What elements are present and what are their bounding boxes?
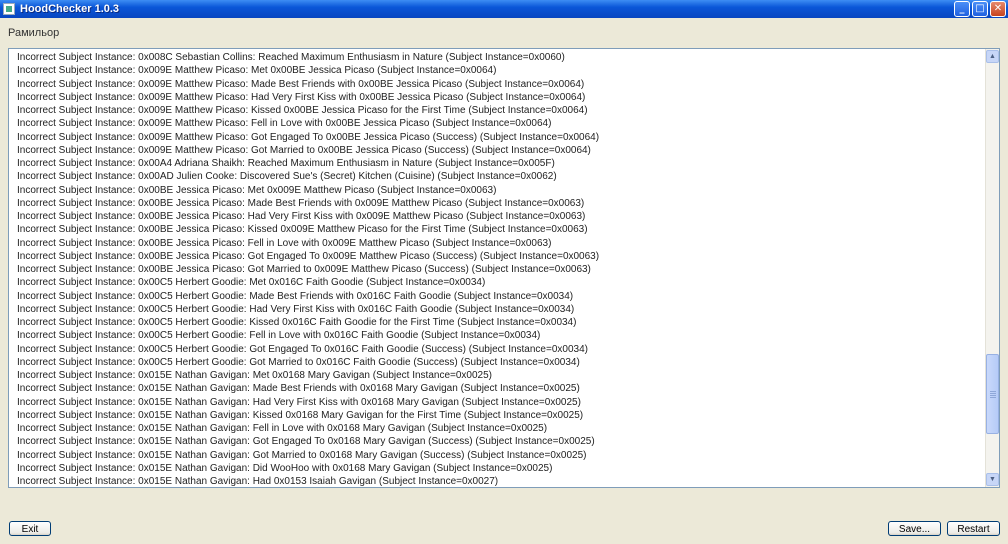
log-line[interactable]: Incorrect Subject Instance: 0x015E Natha… [17,422,981,435]
thumb-grip [990,393,996,394]
log-line[interactable]: Incorrect Subject Instance: 0x015E Natha… [17,435,981,448]
log-line[interactable]: Incorrect Subject Instance: 0x015E Natha… [17,409,981,422]
exit-button[interactable]: Exit [9,521,51,536]
log-line[interactable]: Incorrect Subject Instance: 0x00C5 Herbe… [17,316,981,329]
log-line[interactable]: Incorrect Subject Instance: 0x015E Natha… [17,369,981,382]
scroll-down-arrow-icon[interactable]: ▼ [986,473,999,486]
app-icon [3,3,15,15]
thumb-grip [990,395,996,396]
vertical-scrollbar[interactable]: ▲ ▼ [985,49,999,487]
log-line[interactable]: Incorrect Subject Instance: 0x00BE Jessi… [17,250,981,263]
log-line[interactable]: Incorrect Subject Instance: 0x00C5 Herbe… [17,356,981,369]
scrollbar-thumb[interactable] [986,354,999,434]
log-line[interactable]: Incorrect Subject Instance: 0x00A4 Adria… [17,157,981,170]
log-line[interactable]: Incorrect Subject Instance: 0x015E Natha… [17,382,981,395]
log-line[interactable]: Incorrect Subject Instance: 0x008C Sebas… [17,51,981,64]
log-line[interactable]: Incorrect Subject Instance: 0x015E Natha… [17,396,981,409]
log-line[interactable]: Incorrect Subject Instance: 0x009E Matth… [17,117,981,130]
log-line[interactable]: Incorrect Subject Instance: 0x00BE Jessi… [17,263,981,276]
window-title: HoodChecker 1.0.3 [20,3,120,15]
log-line[interactable]: Incorrect Subject Instance: 0x00C5 Herbe… [17,329,981,342]
restart-button[interactable]: Restart [947,521,1000,536]
log-line[interactable]: Incorrect Subject Instance: 0x00BE Jessi… [17,223,981,236]
minimize-button[interactable]: _ [954,1,970,17]
save-button[interactable]: Save... [888,521,941,536]
log-line[interactable]: Incorrect Subject Instance: 0x00BE Jessi… [17,184,981,197]
window-controls: _ □ ✕ [954,1,1006,17]
log-list: Incorrect Subject Instance: 0x008C Sebas… [17,51,981,487]
log-line[interactable]: Incorrect Subject Instance: 0x00BE Jessi… [17,210,981,223]
log-line[interactable]: Incorrect Subject Instance: 0x009E Matth… [17,131,981,144]
log-line[interactable]: Incorrect Subject Instance: 0x00BE Jessi… [17,197,981,210]
log-line[interactable]: Incorrect Subject Instance: 0x00AD Julie… [17,170,981,183]
log-line[interactable]: Incorrect Subject Instance: 0x00C5 Herbe… [17,343,981,356]
log-listbox[interactable]: Incorrect Subject Instance: 0x008C Sebas… [8,48,1000,488]
scroll-up-arrow-icon[interactable]: ▲ [986,50,999,63]
log-line[interactable]: Incorrect Subject Instance: 0x009E Matth… [17,91,981,104]
log-line[interactable]: Incorrect Subject Instance: 0x009E Matth… [17,144,981,157]
log-line[interactable]: Incorrect Subject Instance: 0x009E Matth… [17,104,981,117]
log-line[interactable]: Incorrect Subject Instance: 0x009E Matth… [17,64,981,77]
log-line[interactable]: Incorrect Subject Instance: 0x00C5 Herbe… [17,303,981,316]
log-line[interactable]: Incorrect Subject Instance: 0x015E Natha… [17,462,981,475]
log-line[interactable]: Incorrect Subject Instance: 0x00C5 Herbe… [17,290,981,303]
maximize-button[interactable]: □ [972,1,988,17]
close-button[interactable]: ✕ [990,1,1006,17]
log-line[interactable]: Incorrect Subject Instance: 0x015E Natha… [17,449,981,462]
thumb-grip [990,397,996,398]
log-line[interactable]: Incorrect Subject Instance: 0x009E Matth… [17,78,981,91]
title-bar[interactable]: HoodChecker 1.0.3 _ □ ✕ [0,0,1008,18]
group-label: Рамильор [8,27,60,39]
log-line[interactable]: Incorrect Subject Instance: 0x00C5 Herbe… [17,276,981,289]
thumb-grip [990,391,996,392]
log-line[interactable]: Incorrect Subject Instance: 0x015E Natha… [17,475,981,487]
log-line[interactable]: Incorrect Subject Instance: 0x00BE Jessi… [17,237,981,250]
